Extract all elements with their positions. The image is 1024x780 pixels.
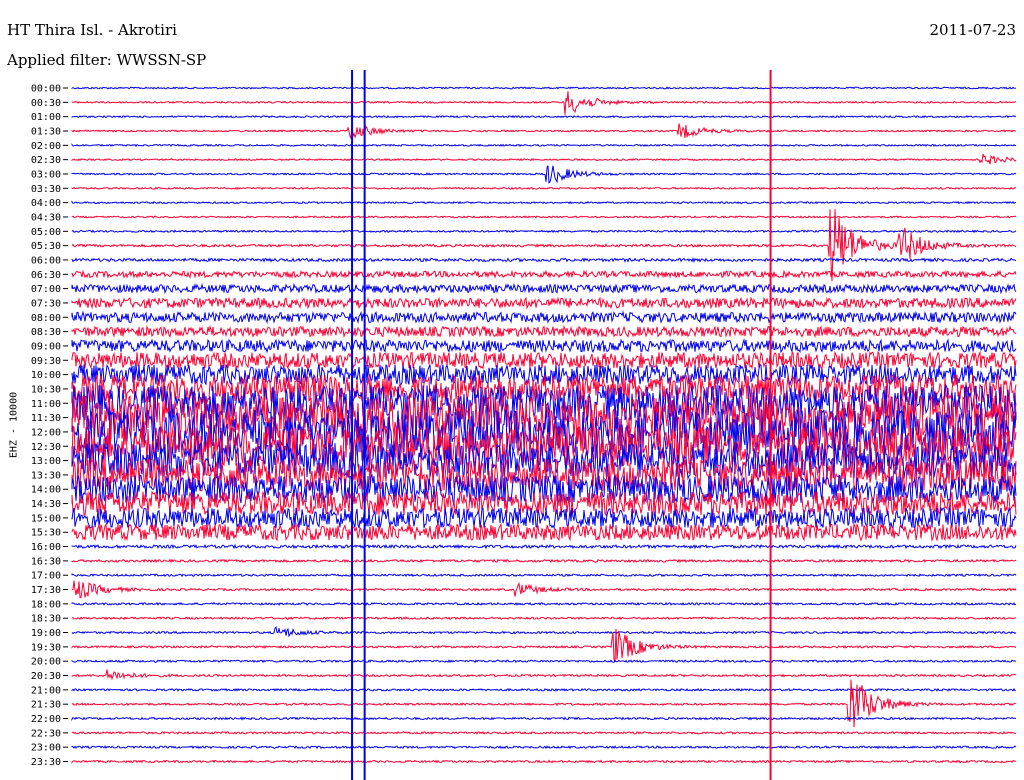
time-tick-label: 07:00: [31, 284, 61, 295]
time-tick-label: 23:00: [31, 743, 61, 754]
time-tick-label: 04:00: [31, 198, 61, 209]
trace-row: [71, 543, 1017, 550]
time-tick-label: 17:30: [31, 585, 61, 596]
trace-row: [71, 123, 1017, 141]
time-tick-label: 03:00: [31, 169, 61, 180]
trace-row: [71, 269, 1017, 279]
trace-row: [71, 687, 1017, 692]
trace-row: [71, 143, 1017, 147]
trace-row: [71, 558, 1017, 564]
time-tick-label: 08:00: [31, 313, 61, 324]
trace-row: [71, 209, 1017, 282]
time-tick-label: 17:00: [31, 571, 61, 582]
time-tick-label: 14:00: [31, 485, 61, 496]
time-tick-label: 05:00: [31, 227, 61, 238]
time-tick-label: 02:30: [31, 155, 61, 166]
trace-row: [71, 338, 1017, 354]
trace-row: [71, 350, 1017, 370]
time-tick-label: 01:30: [31, 126, 61, 137]
time-tick-label: 13:30: [31, 470, 61, 481]
time-tick-label: 02:00: [31, 141, 61, 152]
time-tick-label: 07:30: [31, 298, 61, 309]
time-tick-label: 20:00: [31, 657, 61, 668]
time-tick-label: 21:00: [31, 685, 61, 696]
trace-row: [71, 628, 1017, 663]
time-tick-label: 20:30: [31, 671, 61, 682]
trace-row: [71, 256, 1017, 264]
time-tick-label: 14:30: [31, 499, 61, 510]
trace-row: [71, 745, 1017, 750]
time-tick-label: 04:30: [31, 212, 61, 223]
trace-row: [71, 679, 1017, 728]
time-tick-label: 23:30: [31, 757, 61, 768]
time-tick-label: 12:00: [31, 427, 61, 438]
station-title: HT Thira Isl. - Akrotiri: [7, 21, 177, 39]
trace-row: [71, 165, 1017, 184]
trace-row: [71, 186, 1017, 190]
trace-row: [71, 310, 1017, 325]
trace-row: [71, 601, 1017, 606]
trace-row: [71, 324, 1017, 339]
time-tick-label: 13:00: [31, 456, 61, 467]
time-tick-label: 11:30: [31, 413, 61, 424]
trace-row: [71, 153, 1017, 165]
trace-row: [71, 759, 1017, 764]
time-tick-label: 15:30: [31, 528, 61, 539]
trace-row: [71, 200, 1017, 205]
trace-row: [71, 573, 1017, 578]
helicorder-plot: 00:00 00:30 01:00 01:30 02:00 02:30 03:00 03:30…: [31, 70, 1017, 780]
trace-row: [71, 86, 1017, 90]
trace-row: [71, 522, 1017, 542]
time-tick-label: 00:30: [31, 98, 61, 109]
time-tick-label: 09:30: [31, 356, 61, 367]
time-tick-label: 00:00: [31, 84, 61, 95]
time-tick-label: 19:30: [31, 642, 61, 653]
time-tick-label: 15:00: [31, 513, 61, 524]
trace-row: [71, 580, 1017, 599]
time-tick-label: 18:00: [31, 599, 61, 610]
trace-row: [71, 730, 1017, 735]
trace-row: [71, 625, 1017, 638]
channel-axis-label: EHZ - 10000: [8, 391, 20, 459]
trace-row: [71, 716, 1017, 722]
trace-row: [71, 282, 1017, 295]
date-label: 2011-07-23: [929, 21, 1016, 39]
time-tick-label: 11:00: [31, 399, 61, 410]
time-tick-label: 08:30: [31, 327, 61, 338]
trace-row: [71, 215, 1017, 219]
time-tick-label: 09:00: [31, 341, 61, 352]
trace-row: [71, 296, 1017, 310]
time-tick-label: 10:00: [31, 370, 61, 381]
trace-row: [71, 659, 1017, 664]
time-tick-label: 01:00: [31, 112, 61, 123]
time-tick-label: 22:30: [31, 728, 61, 739]
time-tick-label: 12:30: [31, 442, 61, 453]
time-tick-label: 19:00: [31, 628, 61, 639]
time-tick-label: 21:30: [31, 700, 61, 711]
time-tick-label: 05:30: [31, 241, 61, 252]
filter-label: Applied filter: WWSSN-SP: [7, 51, 207, 69]
time-tick-label: 16:00: [31, 542, 61, 553]
trace-row: [71, 91, 1016, 115]
time-tick-label: 18:30: [31, 614, 61, 625]
trace-row: [71, 616, 1017, 621]
time-tick-label: 16:30: [31, 556, 61, 567]
time-tick-label: 06:30: [31, 270, 61, 281]
seismogram-traces: [71, 86, 1017, 764]
time-axis-labels: 00:00 00:30 01:00 01:30 02:00 02:30 03:00 03:30…: [31, 84, 68, 768]
trace-row: [71, 669, 1017, 681]
time-tick-label: 03:30: [31, 184, 61, 195]
trace-row: [71, 229, 1017, 234]
time-tick-label: 06:00: [31, 255, 61, 266]
time-tick-label: 22:00: [31, 714, 61, 725]
trace-row: [71, 115, 1017, 119]
time-tick-label: 10:30: [31, 384, 61, 395]
